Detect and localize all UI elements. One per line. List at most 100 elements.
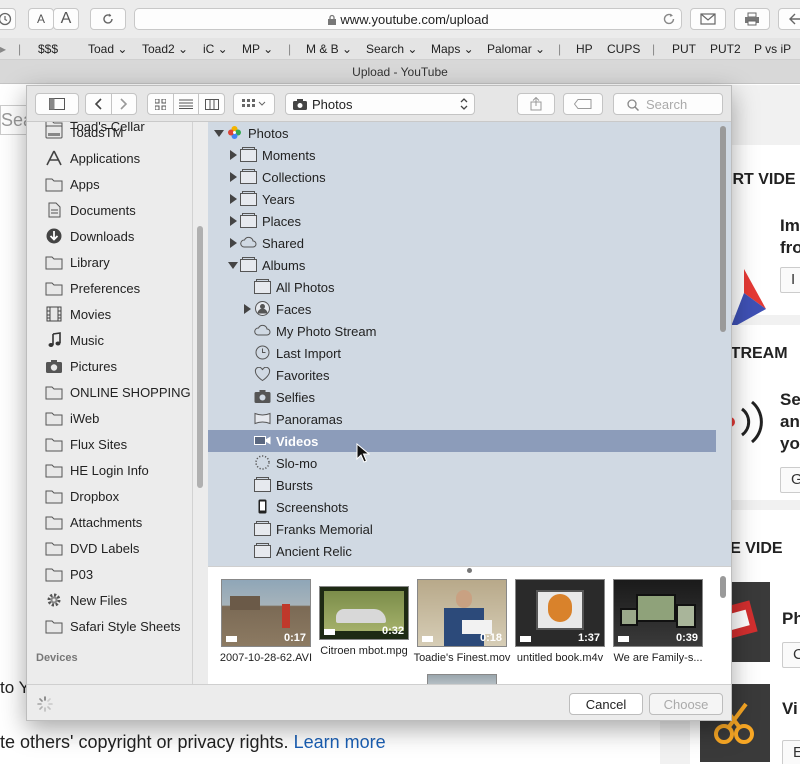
video-thumbnail[interactable]: 0:39 We are Family-s... [613, 579, 703, 664]
back-to-tab-button[interactable] [778, 8, 800, 30]
print-button[interactable] [734, 8, 770, 30]
sidebar-item-iweb[interactable]: iWeb [45, 407, 192, 429]
reader-larger-button[interactable]: A [53, 8, 79, 30]
history-icon[interactable] [0, 8, 16, 30]
page-reload-icon[interactable] [661, 11, 677, 27]
right-card-button[interactable]: E [782, 740, 800, 764]
bookmark-put2[interactable]: PUT2 [710, 42, 741, 56]
outline-row-videos[interactable]: Videos [208, 430, 716, 452]
outline-row-panoramas[interactable]: Panoramas [208, 408, 716, 430]
outline-row-bursts[interactable]: Bursts [208, 474, 716, 496]
reader-smaller-button[interactable]: A [28, 8, 54, 30]
outline-scrollbar[interactable] [720, 126, 726, 332]
sidebar-item-dropbox[interactable]: Dropbox [45, 485, 192, 507]
right-card-button[interactable]: C [782, 642, 800, 668]
sidebar-item-online-shopping[interactable]: ONLINE SHOPPING [45, 381, 192, 403]
sidebar-item-new-files[interactable]: New Files [45, 589, 192, 611]
outline-row-moments[interactable]: Moments [208, 144, 716, 166]
bookmark-ic[interactable]: iC ⌄ [203, 42, 228, 56]
thumbnails-scrollbar[interactable] [720, 576, 726, 598]
right-card-button[interactable]: I [780, 267, 800, 293]
sidebar-item-downloads[interactable]: Downloads [45, 225, 192, 247]
learn-more-link[interactable]: Learn more [294, 732, 386, 752]
sidebar-item-attachments[interactable]: Attachments [45, 511, 192, 533]
sidebar-item-apps[interactable]: Apps [45, 173, 192, 195]
sidebar-item-he-login-info[interactable]: HE Login Info [45, 459, 192, 481]
disclosure-triangle-closed[interactable] [230, 150, 237, 160]
forward-button[interactable] [112, 94, 137, 114]
bookmark-toad2[interactable]: Toad2 ⌄ [142, 42, 188, 56]
sidebar-item-safari-style-sheets[interactable]: Safari Style Sheets [45, 615, 192, 637]
address-bar[interactable]: www.youtube.com/upload [134, 8, 682, 30]
outline-row-faces[interactable]: Faces [208, 298, 716, 320]
sidebar-item-toadstm[interactable]: ToadsTM [45, 122, 192, 143]
reload-button[interactable] [90, 8, 126, 30]
video-thumbnail[interactable]: 0:32 Citroen mbot.mpg [319, 586, 409, 657]
icon-view-button[interactable] [148, 94, 174, 114]
outline-row-collections[interactable]: Collections [208, 166, 716, 188]
disclosure-triangle-closed[interactable] [230, 216, 237, 226]
disclosure-triangle-closed[interactable] [244, 304, 251, 314]
bookmark-maps[interactable]: Maps ⌄ [431, 42, 474, 56]
location-popup[interactable]: Photos [285, 93, 475, 115]
sidebar-item-p03[interactable]: P03 [45, 563, 192, 585]
sidebar-item-movies[interactable]: Movies [45, 303, 192, 325]
bookmark-put[interactable]: PUT [672, 42, 696, 56]
video-thumbnail-partial[interactable] [427, 674, 517, 684]
sidebar-item-preferences[interactable]: Preferences [45, 277, 192, 299]
bookmark-hp[interactable]: HP [576, 42, 593, 56]
sidebar-item-dvd-labels[interactable]: DVD Labels [45, 537, 192, 559]
bookmark-mp[interactable]: MP ⌄ [242, 42, 273, 56]
disclosure-triangle-open[interactable] [214, 130, 224, 137]
sidebar-scrollbar[interactable] [197, 226, 203, 488]
outline-row-slo-mo[interactable]: Slo-mo [208, 452, 716, 474]
back-button[interactable] [86, 94, 112, 114]
choose-button[interactable]: Choose [649, 693, 723, 715]
bookmark-palomar[interactable]: Palomar ⌄ [487, 42, 545, 56]
disclosure-triangle-closed[interactable] [230, 172, 237, 182]
bookmark-p-vs-ip[interactable]: P vs iP [754, 42, 791, 56]
sidebar-item-music[interactable]: Music [45, 329, 192, 351]
bookmark-m-and-b[interactable]: M & B ⌄ [306, 42, 352, 56]
outline-row-selfies[interactable]: Selfies [208, 386, 716, 408]
cancel-button[interactable]: Cancel [569, 693, 643, 715]
video-thumbnail[interactable]: 0:17 2007-10-28-62.AVI [220, 579, 312, 664]
arrange-button[interactable] [233, 93, 275, 115]
sidebar-toggle-button[interactable] [35, 93, 79, 115]
outline-row-albums[interactable]: Albums [208, 254, 716, 276]
sidebar-item-applications[interactable]: Applications [45, 147, 192, 169]
outline-row-all-photos[interactable]: All Photos [208, 276, 716, 298]
outline-row-favorites[interactable]: Favorites [208, 364, 716, 386]
bookmark-money[interactable]: $$$ [38, 42, 58, 56]
bookmark-cups[interactable]: CUPS [607, 42, 640, 56]
sidebar-item-flux-sites[interactable]: Flux Sites [45, 433, 192, 455]
disclosure-triangle-closed[interactable] [230, 238, 237, 248]
bookmark-toad[interactable]: Toad ⌄ [88, 42, 127, 56]
outline-row-places[interactable]: Places [208, 210, 716, 232]
share-mail-button[interactable] [690, 8, 726, 30]
disclosure-triangle-closed[interactable] [230, 194, 237, 204]
share-button[interactable] [517, 93, 555, 115]
bookmark-search[interactable]: Search ⌄ [366, 42, 417, 56]
disclosure-triangle-open[interactable] [228, 262, 238, 269]
sidebar-item-library[interactable]: Library [45, 251, 192, 273]
right-card-button[interactable]: G [780, 467, 800, 493]
outline-row-years[interactable]: Years [208, 188, 716, 210]
outline-row-shared[interactable]: Shared [208, 232, 716, 254]
outline-row-ancient-relic[interactable]: Ancient Relic [208, 540, 716, 562]
bookmark-chevron[interactable]: ▸ [0, 42, 6, 56]
tag-button[interactable] [563, 93, 603, 115]
pane-divider-handle[interactable] [467, 568, 472, 573]
list-view-button[interactable] [174, 94, 200, 114]
outline-row-screenshots[interactable]: Screenshots [208, 496, 716, 518]
video-thumbnail[interactable]: 1:37 untitled book.m4v [515, 579, 605, 664]
video-thumbnail[interactable]: 0:18 Toadie's Finest.mov [414, 579, 510, 664]
sidebar-item-documents[interactable]: Documents [45, 199, 192, 221]
column-view-button[interactable] [199, 94, 224, 114]
dialog-search-field[interactable]: Search [613, 93, 723, 115]
outline-row-franks-memorial[interactable]: Franks Memorial [208, 518, 716, 540]
outline-row-last-import[interactable]: Last Import [208, 342, 716, 364]
outline-row-photos[interactable]: Photos [208, 122, 716, 144]
sidebar-item-pictures[interactable]: Pictures [45, 355, 192, 377]
outline-row-my-photo-stream[interactable]: My Photo Stream [208, 320, 716, 342]
